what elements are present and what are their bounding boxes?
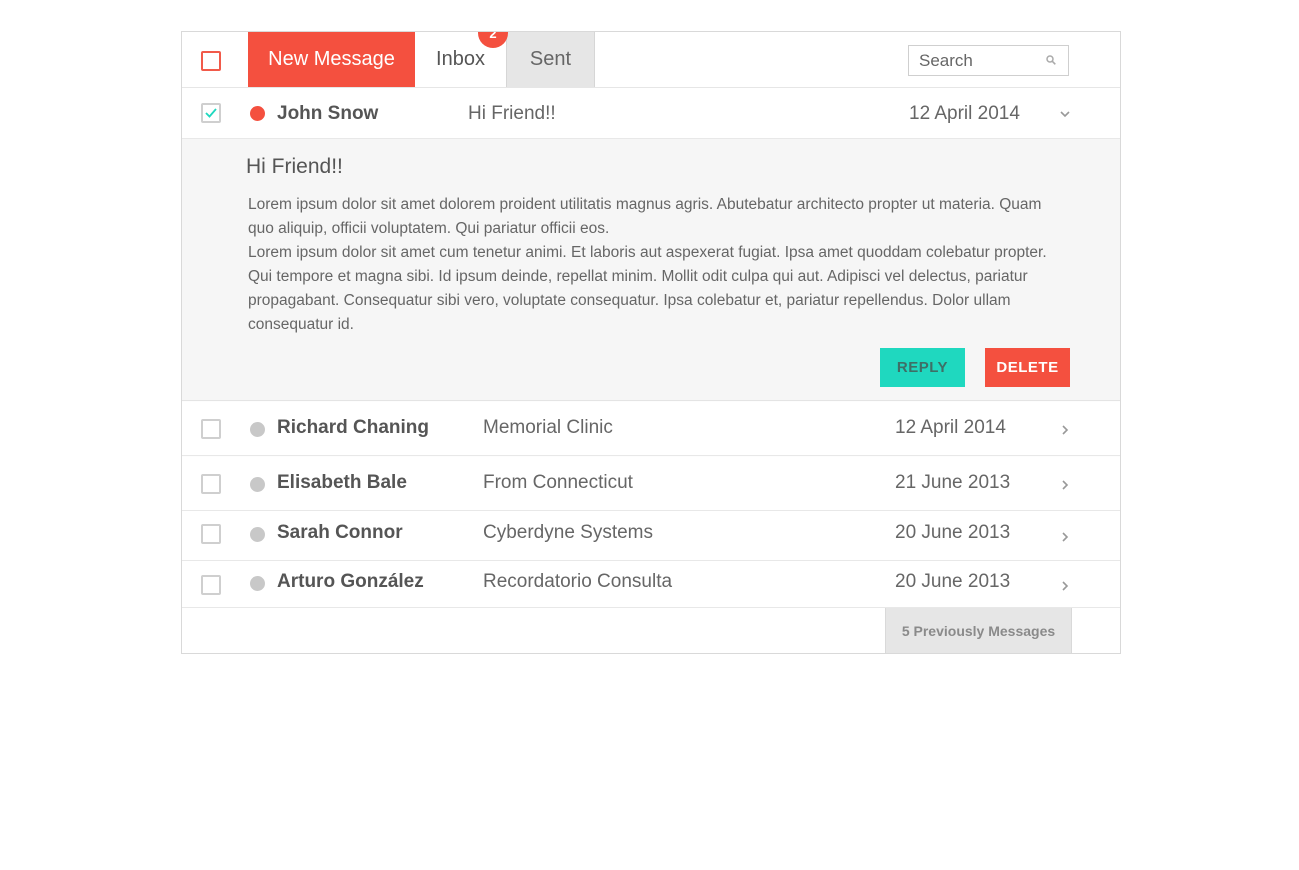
message-row[interactable]: Sarah Connor Cyberdyne Systems 20 June 2… <box>182 511 1120 561</box>
message-date: 20 June 2013 <box>895 571 1011 592</box>
message-preview: Hi Friend!! Lorem ipsum dolor sit amet d… <box>182 139 1120 401</box>
list-footer: 5 Previously Messages <box>182 608 1120 653</box>
mail-panel: New Message Inbox Sent 2 John Snow Hi Fr… <box>181 31 1121 654</box>
message-subject: Cyberdyne Systems <box>483 522 654 543</box>
message-sender: Sarah Connor <box>277 522 403 543</box>
message-checkbox[interactable] <box>201 474 221 494</box>
message-checkbox[interactable] <box>201 419 221 439</box>
message-sender: Elisabeth Bale <box>277 472 407 493</box>
search-icon[interactable] <box>1046 55 1056 65</box>
read-indicator <box>250 477 265 492</box>
chevron-right-icon[interactable] <box>1059 479 1071 491</box>
read-indicator <box>250 576 265 591</box>
message-date: 12 April 2014 <box>909 103 1020 124</box>
message-body-paragraph: Lorem ipsum dolor sit amet dolorem proid… <box>248 196 1042 237</box>
checkmark-icon <box>205 108 217 118</box>
search-input[interactable] <box>919 50 1047 71</box>
message-subject: Memorial Clinic <box>483 417 613 438</box>
new-message-button[interactable]: New Message <box>248 32 415 87</box>
message-body: Lorem ipsum dolor sit amet dolorem proid… <box>248 193 1068 337</box>
message-row-open[interactable]: John Snow Hi Friend!! 12 April 2014 <box>182 88 1120 139</box>
read-indicator <box>250 422 265 437</box>
message-sender: John Snow <box>277 103 379 124</box>
message-subject: Hi Friend!! <box>468 103 556 124</box>
chevron-right-icon[interactable] <box>1059 531 1071 543</box>
message-checkbox-checked[interactable] <box>201 103 221 123</box>
search-box <box>908 45 1069 76</box>
message-row[interactable]: Richard Chaning Memorial Clinic 12 April… <box>182 402 1120 456</box>
message-row[interactable]: Arturo González Recordatorio Consulta 20… <box>182 561 1120 608</box>
chevron-down-icon[interactable] <box>1059 108 1071 120</box>
tab-sent[interactable]: Sent <box>506 32 595 87</box>
reply-button[interactable]: REPLY <box>880 348 965 387</box>
message-sender: Richard Chaning <box>277 417 430 438</box>
message-checkbox[interactable] <box>201 524 221 544</box>
select-all-checkbox[interactable] <box>201 51 221 71</box>
previous-messages-button[interactable]: 5 Previously Messages <box>885 608 1072 653</box>
message-body-paragraph: Lorem ipsum dolor sit amet cum tenetur a… <box>248 244 1047 333</box>
message-date: 20 June 2013 <box>895 522 1011 543</box>
message-subject: Recordatorio Consulta <box>483 571 673 592</box>
delete-button[interactable]: DELETE <box>985 348 1070 387</box>
chevron-right-icon[interactable] <box>1059 424 1071 436</box>
message-title: Hi Friend!! <box>246 155 343 178</box>
message-sender: Arturo González <box>277 571 424 592</box>
message-checkbox[interactable] <box>201 575 221 595</box>
message-row[interactable]: Elisabeth Bale From Connecticut 21 June … <box>182 457 1120 511</box>
chevron-right-icon[interactable] <box>1059 580 1071 592</box>
message-date: 12 April 2014 <box>895 417 1006 438</box>
unread-indicator <box>250 106 265 121</box>
message-subject: From Connecticut <box>483 472 633 493</box>
toolbar: New Message Inbox Sent <box>182 32 1120 88</box>
read-indicator <box>250 527 265 542</box>
message-date: 21 June 2013 <box>895 472 1011 493</box>
